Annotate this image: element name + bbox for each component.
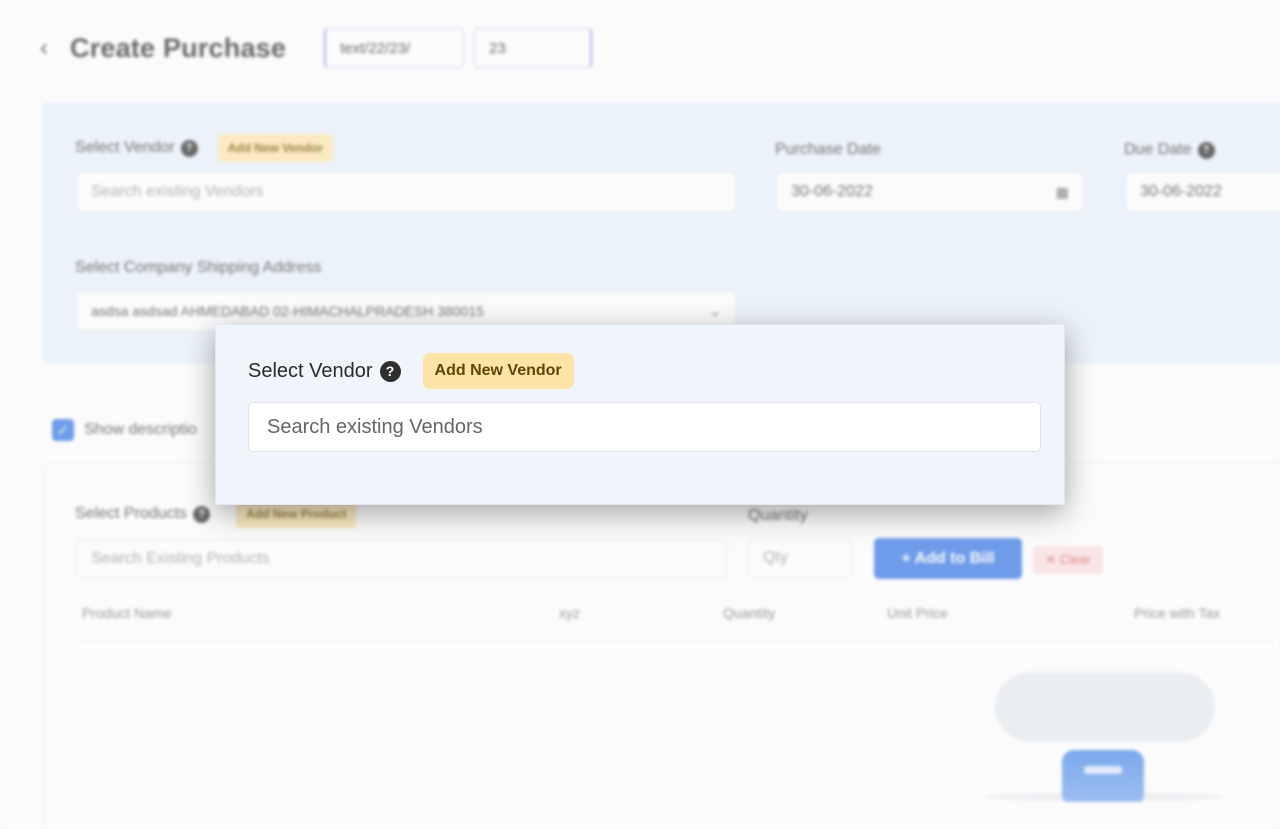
shipping-address-label: Select Company Shipping Address <box>75 259 322 276</box>
chevron-left-icon[interactable]: ‹ <box>40 34 48 62</box>
column-header-unit-price: Unit Price <box>887 605 948 621</box>
select-products-label: Select Products <box>75 505 188 522</box>
quantity-label: Quantity <box>748 507 808 524</box>
purchase-date-value: 30-06-2022 <box>791 183 873 200</box>
column-header-product-name: Product Name <box>82 605 172 621</box>
show-description-row[interactable]: ✓ Show descriptio <box>52 419 197 441</box>
select-vendor-label-row: Select Vendor ? Add New Vendor <box>75 134 333 162</box>
popup-label-row: Select Vendor ? Add New Vendor <box>248 353 574 389</box>
table-divider <box>74 640 1274 641</box>
popup-vendor-search-input[interactable] <box>248 402 1041 452</box>
invoice-prefix-input[interactable]: text/22/23/ <box>324 28 465 68</box>
due-date-input[interactable]: 30-06-2022 <box>1125 172 1280 212</box>
empty-box-icon <box>1062 750 1144 802</box>
product-search-input[interactable]: Search Existing Products <box>76 539 728 579</box>
question-circle-icon: ? <box>180 139 198 157</box>
page-title: Create Purchase <box>70 32 287 63</box>
cloud-illustration <box>995 672 1215 742</box>
question-circle-icon[interactable]: ? <box>379 360 401 382</box>
quantity-input[interactable]: Qty <box>748 538 852 578</box>
select-vendor-label: Select Vendor <box>75 139 175 156</box>
shipping-address-value: asdsa asdsad AHMEDABAD 02-HIMACHALPRADES… <box>91 303 484 319</box>
due-date-label-row: Due Date ? <box>1124 141 1215 159</box>
column-header-quantity: Quantity <box>723 605 776 621</box>
popup-add-new-vendor-button[interactable]: Add New Vendor <box>422 353 574 389</box>
popup-select-vendor-label: Select Vendor <box>248 359 373 382</box>
chevron-down-icon[interactable]: ⌄ <box>709 303 721 320</box>
vendor-select-popup: Select Vendor ? Add New Vendor <box>215 324 1065 505</box>
page-header: ‹ Create Purchase text/22/23/ 23 <box>40 28 593 68</box>
add-to-bill-button[interactable]: + Add to Bill <box>874 538 1022 579</box>
question-circle-icon: ? <box>1197 141 1215 159</box>
question-circle-icon: ? <box>193 505 211 523</box>
add-new-vendor-button[interactable]: Add New Vendor <box>217 134 333 162</box>
invoice-number-input[interactable]: 23 <box>474 28 593 68</box>
purchase-date-input[interactable]: 30-06-2022 ▦ <box>776 172 1084 212</box>
show-description-label: Show descriptio <box>84 421 197 438</box>
due-date-label: Due Date <box>1124 141 1192 158</box>
calendar-icon[interactable]: ▦ <box>1056 184 1069 201</box>
vendor-search-input[interactable]: Search existing Vendors <box>76 172 736 212</box>
show-description-checkbox[interactable]: ✓ <box>52 419 74 441</box>
purchase-date-label: Purchase Date <box>775 141 881 158</box>
clear-button[interactable]: ✕ Clear <box>1033 546 1103 574</box>
column-header-xyz: xyz <box>559 605 580 621</box>
column-header-price-with-tax: Price with Tax <box>1134 605 1221 621</box>
